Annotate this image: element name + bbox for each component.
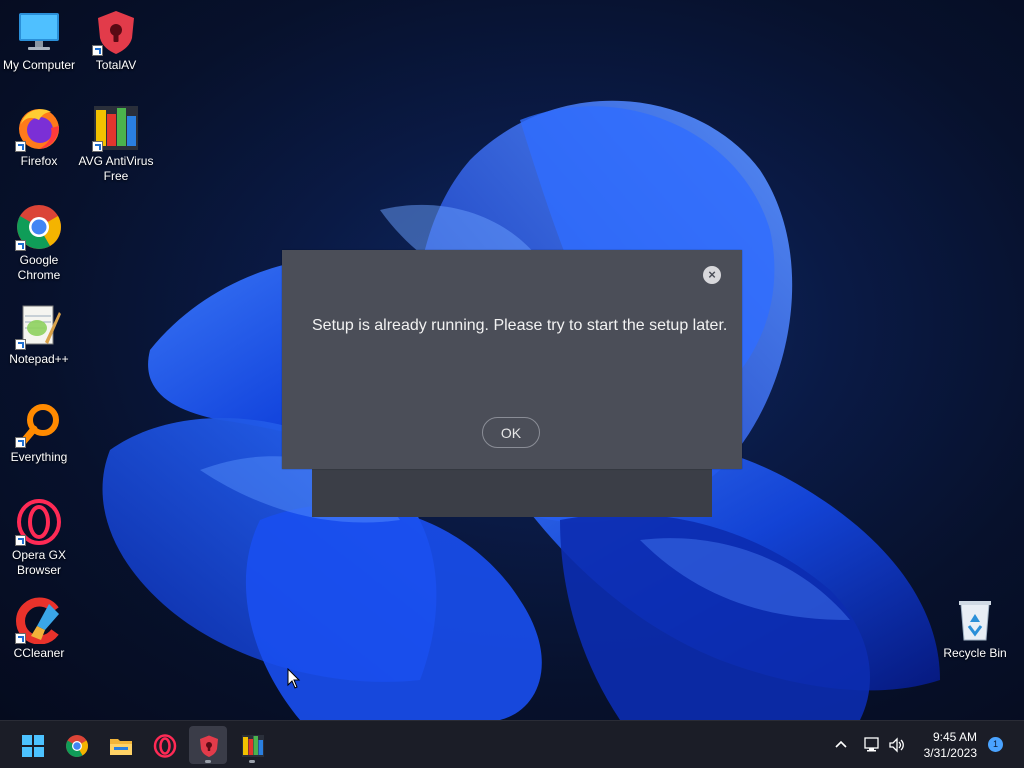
firefox-icon — [15, 104, 63, 152]
avg-icon — [92, 104, 140, 152]
chevron-up-icon[interactable] — [834, 738, 848, 752]
desktop-icon-firefox[interactable]: Firefox — [0, 104, 78, 169]
setup-running-dialog: × Setup is already running. Please try t… — [282, 250, 742, 469]
desktop-icon-label: CCleaner — [13, 646, 65, 660]
avg-icon — [242, 735, 264, 757]
taskbar-avg[interactable] — [233, 726, 271, 764]
start-button[interactable] — [13, 726, 51, 764]
network-icon[interactable] — [863, 736, 881, 754]
desktop-icon-my-computer[interactable]: My Computer — [0, 8, 78, 73]
taskbar-file-explorer[interactable] — [101, 726, 139, 764]
taskbar-chrome[interactable] — [57, 726, 95, 764]
file-explorer-icon — [110, 739, 132, 755]
desktop-icon-label: Browser — [16, 563, 61, 577]
taskbar-totalav[interactable] — [189, 726, 227, 764]
chrome-icon — [66, 735, 88, 757]
ok-button[interactable]: OK — [482, 417, 540, 448]
totalav-shield-icon — [92, 8, 140, 56]
desktop-icon-label: AVG AntiVirus — [78, 154, 154, 168]
desktop-icon-ccleaner[interactable]: CCleaner — [0, 596, 78, 661]
desktop-icon-label: Google — [19, 253, 59, 267]
desktop-icon-label: Recycle Bin — [943, 646, 1007, 660]
opera-gx-icon — [153, 734, 177, 758]
running-indicator — [205, 760, 211, 763]
desktop-icon-label: Free — [103, 169, 129, 183]
desktop: My Computer TotalAV Firefox AVG AntiViru… — [0, 0, 1024, 720]
recycle-bin-icon — [951, 596, 999, 644]
desktop-icon-opera-gx[interactable]: Opera GX Browser — [0, 498, 78, 578]
taskbar-opera-gx[interactable] — [145, 726, 183, 764]
desktop-icon-label: TotalAV — [95, 58, 137, 72]
desktop-icon-label: My Computer — [2, 58, 76, 72]
desktop-icon-totalav[interactable]: TotalAV — [77, 8, 155, 73]
background-window — [312, 468, 712, 517]
monitor-icon — [15, 8, 63, 56]
notepadpp-icon — [15, 302, 63, 350]
desktop-icon-label: Notepad++ — [9, 352, 69, 366]
desktop-icon-label: Firefox — [20, 154, 58, 168]
desktop-icon-recycle-bin[interactable]: Recycle Bin — [936, 596, 1014, 661]
dialog-message: Setup is already running. Please try to … — [312, 317, 728, 334]
desktop-icon-label: Chrome — [17, 268, 61, 282]
taskbar: 9:45 AM 3/31/2023 1 — [0, 720, 1024, 768]
desktop-icon-chrome[interactable]: Google Chrome — [0, 203, 78, 283]
running-indicator — [249, 760, 255, 763]
everything-search-icon — [15, 400, 63, 448]
desktop-icon-label: Opera GX — [11, 548, 67, 562]
clock-time[interactable]: 9:45 AM — [933, 730, 977, 744]
mouse-cursor-icon — [287, 668, 301, 689]
desktop-icon-avg[interactable]: AVG AntiVirus Free — [77, 104, 155, 184]
volume-icon[interactable] — [888, 736, 906, 754]
chrome-icon — [15, 203, 63, 251]
clock-date[interactable]: 3/31/2023 — [924, 746, 977, 760]
start-icon — [22, 735, 44, 757]
desktop-icon-everything[interactable]: Everything — [0, 400, 78, 465]
opera-gx-icon — [15, 498, 63, 546]
totalav-shield-icon — [200, 735, 218, 757]
desktop-icon-notepadpp[interactable]: Notepad++ — [0, 302, 78, 367]
notification-badge[interactable]: 1 — [988, 737, 1003, 752]
ccleaner-icon — [15, 596, 63, 645]
close-icon[interactable]: × — [703, 266, 721, 284]
desktop-icon-label: Everything — [10, 450, 68, 464]
